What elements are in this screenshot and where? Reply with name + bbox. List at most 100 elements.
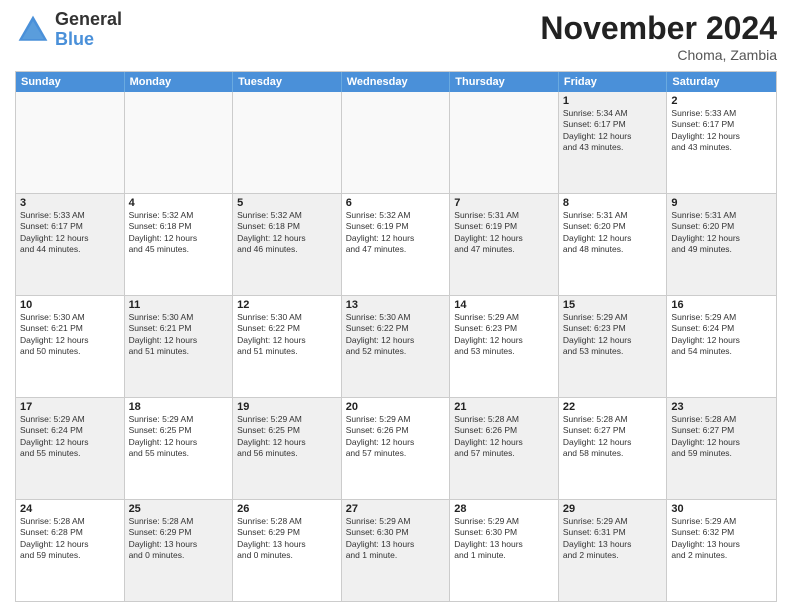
- day-info: Sunrise: 5:29 AM Sunset: 6:30 PM Dayligh…: [454, 516, 554, 562]
- title-block: November 2024 Choma, Zambia: [540, 10, 777, 63]
- day-number: 10: [20, 299, 120, 311]
- calendar-cell: [16, 92, 125, 193]
- day-info: Sunrise: 5:30 AM Sunset: 6:22 PM Dayligh…: [237, 312, 337, 358]
- location: Choma, Zambia: [540, 47, 777, 63]
- day-info: Sunrise: 5:28 AM Sunset: 6:26 PM Dayligh…: [454, 414, 554, 460]
- calendar-cell: 21Sunrise: 5:28 AM Sunset: 6:26 PM Dayli…: [450, 398, 559, 499]
- calendar-cell: 13Sunrise: 5:30 AM Sunset: 6:22 PM Dayli…: [342, 296, 451, 397]
- calendar-cell: 6Sunrise: 5:32 AM Sunset: 6:19 PM Daylig…: [342, 194, 451, 295]
- day-number: 24: [20, 503, 120, 515]
- calendar: SundayMondayTuesdayWednesdayThursdayFrid…: [15, 71, 777, 602]
- logo-icon: [15, 12, 51, 48]
- day-info: Sunrise: 5:29 AM Sunset: 6:24 PM Dayligh…: [20, 414, 120, 460]
- calendar-cell: 4Sunrise: 5:32 AM Sunset: 6:18 PM Daylig…: [125, 194, 234, 295]
- page: General Blue November 2024 Choma, Zambia…: [0, 0, 792, 612]
- day-info: Sunrise: 5:30 AM Sunset: 6:21 PM Dayligh…: [129, 312, 229, 358]
- day-info: Sunrise: 5:31 AM Sunset: 6:19 PM Dayligh…: [454, 210, 554, 256]
- day-info: Sunrise: 5:33 AM Sunset: 6:17 PM Dayligh…: [671, 108, 772, 154]
- calendar-row: 1Sunrise: 5:34 AM Sunset: 6:17 PM Daylig…: [16, 92, 776, 193]
- calendar-cell: 23Sunrise: 5:28 AM Sunset: 6:27 PM Dayli…: [667, 398, 776, 499]
- calendar-header-cell: Friday: [559, 72, 668, 92]
- calendar-header-cell: Thursday: [450, 72, 559, 92]
- calendar-cell: 30Sunrise: 5:29 AM Sunset: 6:32 PM Dayli…: [667, 500, 776, 601]
- day-number: 5: [237, 197, 337, 209]
- day-number: 17: [20, 401, 120, 413]
- day-number: 13: [346, 299, 446, 311]
- day-info: Sunrise: 5:32 AM Sunset: 6:19 PM Dayligh…: [346, 210, 446, 256]
- day-info: Sunrise: 5:33 AM Sunset: 6:17 PM Dayligh…: [20, 210, 120, 256]
- calendar-cell: 19Sunrise: 5:29 AM Sunset: 6:25 PM Dayli…: [233, 398, 342, 499]
- day-info: Sunrise: 5:29 AM Sunset: 6:25 PM Dayligh…: [237, 414, 337, 460]
- calendar-header: SundayMondayTuesdayWednesdayThursdayFrid…: [16, 72, 776, 92]
- calendar-cell: 29Sunrise: 5:29 AM Sunset: 6:31 PM Dayli…: [559, 500, 668, 601]
- calendar-cell: 25Sunrise: 5:28 AM Sunset: 6:29 PM Dayli…: [125, 500, 234, 601]
- calendar-row: 17Sunrise: 5:29 AM Sunset: 6:24 PM Dayli…: [16, 397, 776, 499]
- day-number: 28: [454, 503, 554, 515]
- calendar-cell: [233, 92, 342, 193]
- day-number: 8: [563, 197, 663, 209]
- day-number: 30: [671, 503, 772, 515]
- day-info: Sunrise: 5:31 AM Sunset: 6:20 PM Dayligh…: [671, 210, 772, 256]
- day-number: 2: [671, 95, 772, 107]
- month-title: November 2024: [540, 10, 777, 47]
- day-number: 7: [454, 197, 554, 209]
- day-info: Sunrise: 5:28 AM Sunset: 6:27 PM Dayligh…: [671, 414, 772, 460]
- calendar-cell: 8Sunrise: 5:31 AM Sunset: 6:20 PM Daylig…: [559, 194, 668, 295]
- day-number: 4: [129, 197, 229, 209]
- calendar-cell: 16Sunrise: 5:29 AM Sunset: 6:24 PM Dayli…: [667, 296, 776, 397]
- day-info: Sunrise: 5:29 AM Sunset: 6:26 PM Dayligh…: [346, 414, 446, 460]
- calendar-cell: 12Sunrise: 5:30 AM Sunset: 6:22 PM Dayli…: [233, 296, 342, 397]
- day-info: Sunrise: 5:30 AM Sunset: 6:22 PM Dayligh…: [346, 312, 446, 358]
- day-info: Sunrise: 5:29 AM Sunset: 6:30 PM Dayligh…: [346, 516, 446, 562]
- day-number: 6: [346, 197, 446, 209]
- calendar-row: 10Sunrise: 5:30 AM Sunset: 6:21 PM Dayli…: [16, 295, 776, 397]
- calendar-cell: 11Sunrise: 5:30 AM Sunset: 6:21 PM Dayli…: [125, 296, 234, 397]
- day-number: 20: [346, 401, 446, 413]
- day-info: Sunrise: 5:29 AM Sunset: 6:31 PM Dayligh…: [563, 516, 663, 562]
- calendar-cell: 9Sunrise: 5:31 AM Sunset: 6:20 PM Daylig…: [667, 194, 776, 295]
- logo-general-text: General: [55, 9, 122, 29]
- day-number: 26: [237, 503, 337, 515]
- calendar-cell: 5Sunrise: 5:32 AM Sunset: 6:18 PM Daylig…: [233, 194, 342, 295]
- day-info: Sunrise: 5:29 AM Sunset: 6:25 PM Dayligh…: [129, 414, 229, 460]
- day-info: Sunrise: 5:31 AM Sunset: 6:20 PM Dayligh…: [563, 210, 663, 256]
- calendar-cell: 28Sunrise: 5:29 AM Sunset: 6:30 PM Dayli…: [450, 500, 559, 601]
- calendar-row: 24Sunrise: 5:28 AM Sunset: 6:28 PM Dayli…: [16, 499, 776, 601]
- day-info: Sunrise: 5:28 AM Sunset: 6:27 PM Dayligh…: [563, 414, 663, 460]
- calendar-header-cell: Tuesday: [233, 72, 342, 92]
- day-number: 23: [671, 401, 772, 413]
- calendar-row: 3Sunrise: 5:33 AM Sunset: 6:17 PM Daylig…: [16, 193, 776, 295]
- day-info: Sunrise: 5:28 AM Sunset: 6:29 PM Dayligh…: [237, 516, 337, 562]
- calendar-cell: [342, 92, 451, 193]
- calendar-cell: 10Sunrise: 5:30 AM Sunset: 6:21 PM Dayli…: [16, 296, 125, 397]
- day-number: 12: [237, 299, 337, 311]
- day-number: 11: [129, 299, 229, 311]
- calendar-cell: 20Sunrise: 5:29 AM Sunset: 6:26 PM Dayli…: [342, 398, 451, 499]
- day-number: 14: [454, 299, 554, 311]
- day-info: Sunrise: 5:28 AM Sunset: 6:29 PM Dayligh…: [129, 516, 229, 562]
- day-number: 29: [563, 503, 663, 515]
- day-number: 19: [237, 401, 337, 413]
- calendar-cell: [125, 92, 234, 193]
- calendar-cell: [450, 92, 559, 193]
- logo-blue-text: Blue: [55, 29, 94, 49]
- calendar-header-cell: Sunday: [16, 72, 125, 92]
- day-number: 27: [346, 503, 446, 515]
- day-number: 22: [563, 401, 663, 413]
- calendar-cell: 26Sunrise: 5:28 AM Sunset: 6:29 PM Dayli…: [233, 500, 342, 601]
- day-info: Sunrise: 5:29 AM Sunset: 6:32 PM Dayligh…: [671, 516, 772, 562]
- day-info: Sunrise: 5:29 AM Sunset: 6:24 PM Dayligh…: [671, 312, 772, 358]
- day-info: Sunrise: 5:34 AM Sunset: 6:17 PM Dayligh…: [563, 108, 663, 154]
- calendar-header-cell: Saturday: [667, 72, 776, 92]
- day-number: 16: [671, 299, 772, 311]
- calendar-header-cell: Wednesday: [342, 72, 451, 92]
- calendar-cell: 7Sunrise: 5:31 AM Sunset: 6:19 PM Daylig…: [450, 194, 559, 295]
- logo: General Blue: [15, 10, 122, 50]
- day-number: 15: [563, 299, 663, 311]
- day-info: Sunrise: 5:32 AM Sunset: 6:18 PM Dayligh…: [129, 210, 229, 256]
- day-info: Sunrise: 5:30 AM Sunset: 6:21 PM Dayligh…: [20, 312, 120, 358]
- day-info: Sunrise: 5:29 AM Sunset: 6:23 PM Dayligh…: [563, 312, 663, 358]
- day-number: 9: [671, 197, 772, 209]
- calendar-cell: 24Sunrise: 5:28 AM Sunset: 6:28 PM Dayli…: [16, 500, 125, 601]
- day-info: Sunrise: 5:28 AM Sunset: 6:28 PM Dayligh…: [20, 516, 120, 562]
